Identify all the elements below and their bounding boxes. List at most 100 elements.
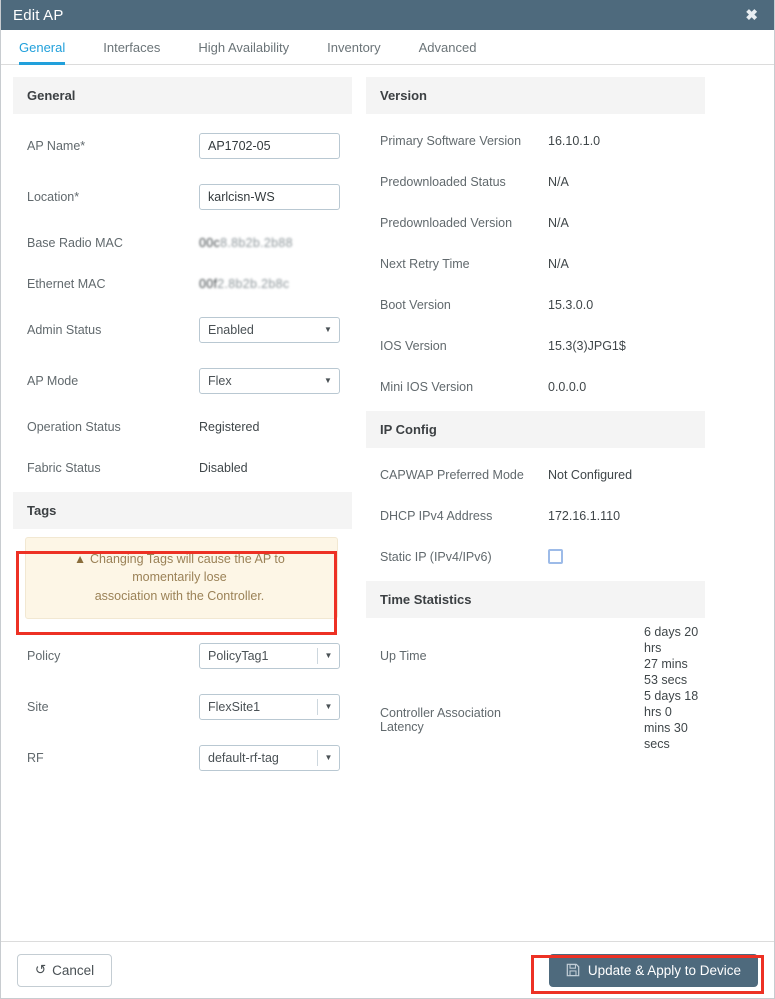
field-admin-status: Admin Status Enabled ▼ <box>27 304 352 355</box>
edit-ap-dialog: Edit AP ✖ General Interfaces High Availa… <box>0 0 775 999</box>
predownloaded-status-value: N/A <box>548 174 569 189</box>
save-disk-icon <box>566 963 580 977</box>
dialog-titlebar: Edit AP ✖ <box>1 0 774 30</box>
field-dhcp-ipv4-address: DHCP IPv4 Address 172.16.1.110 <box>380 495 705 536</box>
ap-name-input[interactable]: AP1702-05 <box>199 132 340 159</box>
site-tag-selected: FlexSite1 <box>208 700 261 715</box>
field-static-ip: Static IP (IPv4/IPv6) <box>380 536 705 577</box>
controller-association-latency-label: Controller Association Latency <box>380 706 501 734</box>
predownloaded-version-value: N/A <box>548 215 569 230</box>
policy-tag-value-wrap: PolicyTag1 ▼ <box>199 643 352 670</box>
warning-triangle-icon: ▲ <box>74 552 87 566</box>
policy-tag-label: Policy <box>27 649 61 664</box>
tags-warning-banner: ▲ Changing Tags will cause the AP to mome… <box>25 537 338 619</box>
admin-status-label: Admin Status <box>27 322 102 337</box>
undo-arrow-icon: ↺ <box>34 962 47 977</box>
up-time-line1: 6 days 20 hrs <box>644 625 699 655</box>
static-ip-checkbox[interactable] <box>548 549 563 564</box>
fabric-status-value: Disabled <box>199 460 248 475</box>
chevron-down-icon: ▼ <box>324 375 332 385</box>
ethernet-mac-redacted: 2.8b2b.2b8c <box>217 276 290 291</box>
chevron-down-icon: ▼ <box>317 699 339 716</box>
tab-general[interactable]: General <box>19 40 66 65</box>
tab-advanced[interactable]: Advanced <box>419 40 477 65</box>
location-input[interactable]: karlcisn-WS <box>199 183 340 210</box>
location-value-wrap: karlcisn-WS <box>199 183 352 210</box>
field-ap-mode: AP Mode Flex ▼ <box>27 355 352 406</box>
chevron-down-icon: ▼ <box>324 324 332 334</box>
chevron-down-icon: ▼ <box>317 648 339 665</box>
ip-config-section-header: IP Config <box>366 411 705 448</box>
static-ip-label: Static IP (IPv4/IPv6) <box>380 549 492 564</box>
ap-mode-dropdown[interactable]: Flex ▼ <box>199 367 340 394</box>
up-time-value: 6 days 20 hrs 27 mins 53 secs <box>548 624 705 688</box>
time-statistics-fields: Up Time 6 days 20 hrs 27 mins 53 secs Co… <box>366 618 705 756</box>
tags-section-header: Tags <box>13 492 352 529</box>
field-controller-association-latency: Controller Association Latency 5 days 18… <box>380 688 705 752</box>
ap-name-label: AP Name* <box>27 138 86 153</box>
up-time-label: Up Time <box>380 649 427 663</box>
field-predownloaded-status: Predownloaded Status N/A <box>380 161 705 202</box>
location-label: Location* <box>27 189 80 204</box>
capwap-preferred-mode-label: CAPWAP Preferred Mode <box>380 467 524 482</box>
rf-tag-dropdown[interactable]: default-rf-tag ▼ <box>199 745 340 772</box>
static-ip-value-wrap <box>548 549 705 564</box>
field-site-tag: Site FlexSite1 ▼ <box>27 682 352 733</box>
tab-bar: General Interfaces High Availability Inv… <box>1 30 774 65</box>
ios-version-label: IOS Version <box>380 338 447 353</box>
field-base-radio-mac: Base Radio MAC 00c8.8b2b.2b88 <box>27 222 352 263</box>
site-tag-label: Site <box>27 700 49 715</box>
ip-config-fields: CAPWAP Preferred Mode Not Configured DHC… <box>366 448 705 581</box>
dialog-body: General AP Name* AP1702-05 Location* kar… <box>1 65 774 941</box>
mini-ios-version-label: Mini IOS Version <box>380 379 474 394</box>
admin-status-dropdown[interactable]: Enabled ▼ <box>199 316 340 343</box>
policy-tag-dropdown[interactable]: PolicyTag1 ▼ <box>199 643 340 670</box>
admin-status-selected: Enabled <box>208 322 254 337</box>
dhcp-ipv4-address-label: DHCP IPv4 Address <box>380 508 493 523</box>
base-radio-mac-redacted: 8.8b2b.2b88 <box>220 235 293 250</box>
field-ap-name: AP Name* AP1702-05 <box>27 120 352 171</box>
field-mini-ios-version: Mini IOS Version 0.0.0.0 <box>380 366 705 407</box>
field-rf-tag: RF default-rf-tag ▼ <box>27 733 352 784</box>
version-fields: Primary Software Version 16.10.1.0 Predo… <box>366 114 705 411</box>
update-apply-button[interactable]: Update & Apply to Device <box>548 953 758 987</box>
field-next-retry-time: Next Retry Time N/A <box>380 243 705 284</box>
site-tag-dropdown[interactable]: FlexSite1 ▼ <box>199 694 340 721</box>
cancel-button[interactable]: ↺ Cancel <box>17 953 112 987</box>
boot-version-value: 15.3.0.0 <box>548 297 594 312</box>
dialog-title: Edit AP <box>13 6 64 24</box>
field-ios-version: IOS Version 15.3(3)JPG1$ <box>380 325 705 366</box>
field-predownloaded-version: Predownloaded Version N/A <box>380 202 705 243</box>
ap-name-value-wrap: AP1702-05 <box>199 132 352 159</box>
right-column: Version Primary Software Version 16.10.1… <box>366 77 705 756</box>
ios-version-value: 15.3(3)JPG1$ <box>548 338 626 353</box>
site-tag-value-wrap: FlexSite1 ▼ <box>199 694 352 721</box>
ethernet-mac-prefix: 00f <box>199 276 218 291</box>
field-primary-software-version: Primary Software Version 16.10.1.0 <box>380 120 705 161</box>
base-radio-mac-prefix: 00c <box>199 235 221 250</box>
base-radio-mac-value: 00c8.8b2b.2b88 <box>199 236 352 250</box>
next-retry-time-label: Next Retry Time <box>380 256 470 271</box>
dhcp-ipv4-address-value: 172.16.1.110 <box>548 508 621 523</box>
rf-tag-label: RF <box>27 751 44 766</box>
time-statistics-section-header: Time Statistics <box>366 581 705 618</box>
tab-inventory[interactable]: Inventory <box>327 40 380 65</box>
close-icon[interactable]: ✖ <box>741 6 762 25</box>
ap-mode-selected: Flex <box>208 373 232 388</box>
cancel-button-label: Cancel <box>52 962 95 978</box>
tab-high-availability[interactable]: High Availability <box>198 40 289 65</box>
field-boot-version: Boot Version 15.3.0.0 <box>380 284 705 325</box>
mini-ios-version-value: 0.0.0.0 <box>548 379 587 394</box>
predownloaded-version-label: Predownloaded Version <box>380 215 513 230</box>
predownloaded-status-label: Predownloaded Status <box>380 174 506 189</box>
field-operation-status: Operation Status Registered <box>27 406 352 447</box>
general-section-header: General <box>13 77 352 114</box>
policy-tag-selected: PolicyTag1 <box>208 649 269 664</box>
update-apply-button-label: Update & Apply to Device <box>587 962 741 978</box>
tab-interfaces[interactable]: Interfaces <box>103 40 160 65</box>
base-radio-mac-label: Base Radio MAC <box>27 235 123 250</box>
field-fabric-status: Fabric Status Disabled <box>27 447 352 488</box>
ap-mode-value-wrap: Flex ▼ <box>199 367 352 394</box>
capwap-preferred-mode-value: Not Configured <box>548 467 633 482</box>
tags-warning-line1-wrap: ▲ Changing Tags will cause the AP to mome… <box>40 550 319 587</box>
